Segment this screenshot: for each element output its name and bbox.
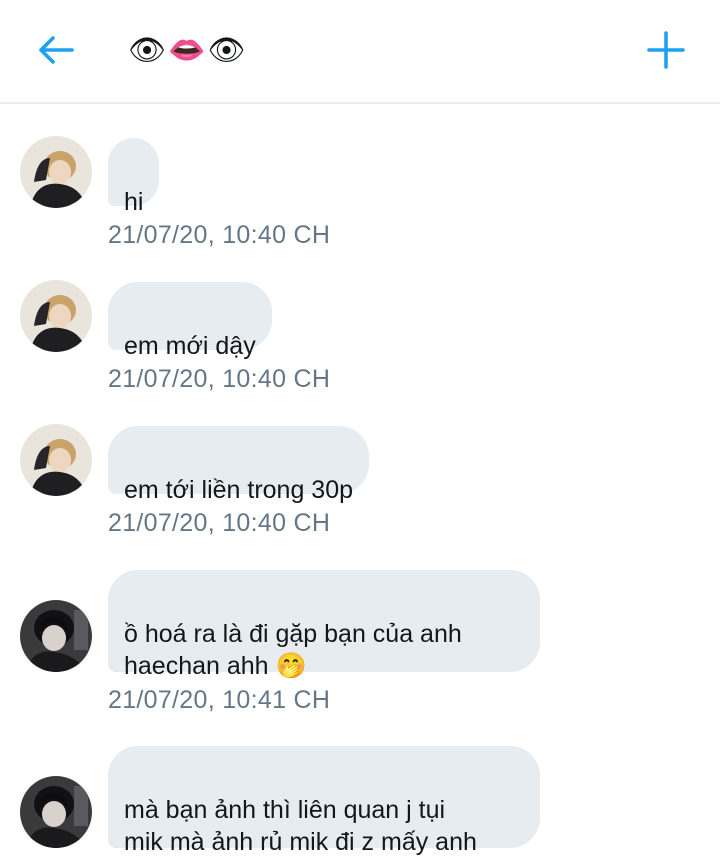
avatar[interactable] xyxy=(20,424,92,496)
back-button[interactable] xyxy=(36,30,76,70)
message-text: mà bạn ảnh thì liên quan j tụi mik mà ản… xyxy=(124,796,477,856)
message-timestamp: 21/07/20, 10:40 CH xyxy=(108,509,331,537)
avatar[interactable] xyxy=(20,600,92,672)
message-text: em mới dậy xyxy=(124,332,256,360)
conversation-header: 👁👄👁 xyxy=(0,0,720,104)
plus-icon xyxy=(647,31,685,69)
message-bubble[interactable]: em tới liền trong 30p xyxy=(108,426,370,504)
add-button[interactable] xyxy=(644,28,688,72)
message-text: hi xyxy=(124,188,144,216)
conversation-title: 👁👄👁 xyxy=(128,32,248,68)
message-bubble[interactable]: hi xyxy=(108,138,160,216)
avatar[interactable] xyxy=(20,280,92,352)
arrow-left-icon xyxy=(39,36,74,64)
message-timestamp: 21/07/20, 10:40 CH xyxy=(108,221,331,249)
avatar[interactable] xyxy=(20,776,92,848)
message-text: ồ hoá ra là đi gặp bạn của anh haechan a… xyxy=(124,620,462,680)
message-timestamp: 21/07/20, 10:41 CH xyxy=(108,686,331,714)
message-timestamp: 21/07/20, 10:40 CH xyxy=(108,365,331,393)
message-list[interactable]: hi 21/07/20, 10:40 CH em mới dậy 21/07/2… xyxy=(0,104,720,858)
message-text: em tới liền trong 30p xyxy=(124,476,354,504)
avatar[interactable] xyxy=(20,136,92,208)
message-bubble[interactable]: em mới dậy xyxy=(108,282,272,360)
message-bubble[interactable]: mà bạn ảnh thì liên quan j tụi mik mà ản… xyxy=(108,746,540,856)
message-bubble[interactable]: ồ hoá ra là đi gặp bạn của anh haechan a… xyxy=(108,570,540,680)
